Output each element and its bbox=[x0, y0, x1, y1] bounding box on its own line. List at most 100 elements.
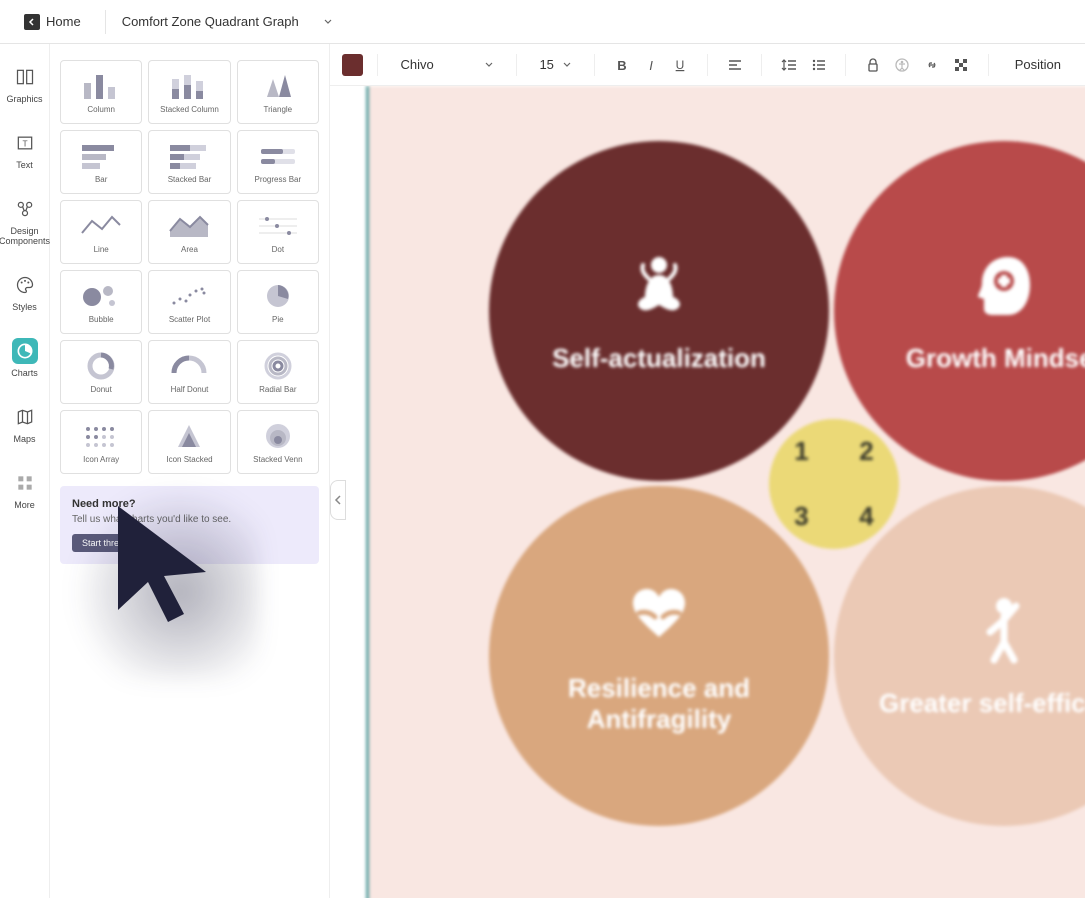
bullet-list-button[interactable] bbox=[806, 52, 831, 78]
separator bbox=[761, 54, 762, 76]
feedback-button[interactable]: Start thread bbox=[72, 534, 139, 552]
chart-tile-dot[interactable]: Dot bbox=[237, 200, 319, 264]
components-icon bbox=[12, 196, 38, 222]
chart-tile-pie[interactable]: Pie bbox=[237, 270, 319, 334]
icon-array-icon bbox=[78, 421, 124, 451]
rail-item-maps[interactable]: Maps bbox=[0, 402, 49, 446]
quadrant-diagram[interactable]: Self-actualization Growth Mindset Resili… bbox=[489, 141, 1085, 841]
quadrant-3[interactable]: Resilience and Antifragility bbox=[489, 486, 829, 826]
rail-item-text[interactable]: T Text bbox=[0, 128, 49, 172]
tile-label: Area bbox=[181, 245, 198, 254]
chart-tile-half-donut[interactable]: Half Donut bbox=[148, 340, 230, 404]
chart-tile-bubble[interactable]: Bubble bbox=[60, 270, 142, 334]
charts-icon bbox=[12, 338, 38, 364]
chart-tile-stacked-column[interactable]: Stacked Column bbox=[148, 60, 230, 124]
rail-label: More bbox=[14, 500, 35, 510]
panel-collapse-handle[interactable] bbox=[330, 480, 346, 520]
chart-tile-line[interactable]: Line bbox=[60, 200, 142, 264]
tile-label: Line bbox=[94, 245, 109, 254]
chart-tile-icon-array[interactable]: Icon Array bbox=[60, 410, 142, 474]
chart-gallery-panel: Column Stacked Column Triangle Bar Stack… bbox=[50, 44, 330, 898]
position-button[interactable]: Position bbox=[1003, 57, 1073, 72]
color-swatch[interactable] bbox=[342, 54, 363, 76]
stacked-venn-icon bbox=[255, 421, 301, 451]
chart-tile-stacked-bar[interactable]: Stacked Bar bbox=[148, 130, 230, 194]
divider bbox=[105, 10, 106, 34]
home-button[interactable]: Home bbox=[16, 10, 89, 34]
feedback-box: Need more? Tell us what charts you'd lik… bbox=[60, 486, 319, 564]
chart-tile-progress-bar[interactable]: Progress Bar bbox=[237, 130, 319, 194]
styles-icon bbox=[12, 272, 38, 298]
meditation-icon bbox=[619, 247, 699, 327]
separator bbox=[516, 54, 517, 76]
chart-tile-icon-stacked[interactable]: Icon Stacked bbox=[148, 410, 230, 474]
canvas-area: Chivo 15 B I U Position bbox=[330, 44, 1085, 898]
svg-text:I: I bbox=[649, 58, 653, 73]
transparency-button[interactable] bbox=[948, 52, 973, 78]
chart-tile-stacked-venn[interactable]: Stacked Venn bbox=[237, 410, 319, 474]
quadrant-title: Self-actualization bbox=[522, 343, 796, 374]
separator bbox=[594, 54, 595, 76]
design-canvas[interactable]: Self-actualization Growth Mindset Resili… bbox=[330, 86, 1085, 898]
tile-label: Column bbox=[87, 105, 115, 114]
accessibility-button[interactable] bbox=[890, 52, 915, 78]
svg-text:B: B bbox=[617, 58, 626, 73]
center-num-2: 2 bbox=[859, 436, 873, 467]
rail-item-more[interactable]: More bbox=[0, 468, 49, 512]
italic-button[interactable]: I bbox=[638, 52, 663, 78]
rail-label: Maps bbox=[13, 434, 35, 444]
tile-label: Stacked Bar bbox=[168, 175, 212, 184]
chart-tile-bar[interactable]: Bar bbox=[60, 130, 142, 194]
home-label: Home bbox=[46, 14, 81, 29]
maps-icon bbox=[12, 404, 38, 430]
line-spacing-button[interactable] bbox=[776, 52, 801, 78]
tile-label: Donut bbox=[90, 385, 111, 394]
lock-button[interactable] bbox=[860, 52, 885, 78]
rail-item-charts[interactable]: Charts bbox=[0, 336, 49, 380]
quadrant-4[interactable]: Greater self-efficacy bbox=[834, 486, 1085, 826]
pie-chart-icon bbox=[255, 281, 301, 311]
font-size-select[interactable]: 15 bbox=[531, 57, 579, 72]
rail-item-graphics[interactable]: Graphics bbox=[0, 62, 49, 106]
scatter-plot-icon bbox=[166, 281, 212, 311]
tile-label: Bar bbox=[95, 175, 107, 184]
chart-tile-donut[interactable]: Donut bbox=[60, 340, 142, 404]
more-icon bbox=[12, 470, 38, 496]
svg-text:U: U bbox=[676, 58, 685, 72]
align-button[interactable] bbox=[722, 52, 747, 78]
page[interactable]: Self-actualization Growth Mindset Resili… bbox=[366, 86, 1085, 898]
graphics-icon bbox=[12, 64, 38, 90]
rail-label: Text bbox=[16, 160, 33, 170]
quadrant-2[interactable]: Growth Mindset bbox=[834, 141, 1085, 481]
chart-tile-column[interactable]: Column bbox=[60, 60, 142, 124]
link-button[interactable] bbox=[919, 52, 944, 78]
quadrant-title: Resilience and Antifragility bbox=[489, 673, 829, 735]
back-icon bbox=[24, 14, 40, 30]
font-family-select[interactable]: Chivo bbox=[392, 53, 502, 76]
tile-label: Stacked Column bbox=[160, 105, 219, 114]
area-chart-icon bbox=[166, 211, 212, 241]
bold-button[interactable]: B bbox=[609, 52, 634, 78]
chart-grid: Column Stacked Column Triangle Bar Stack… bbox=[60, 60, 319, 474]
bar-chart-icon bbox=[78, 141, 124, 171]
heart-hands-icon bbox=[619, 577, 699, 657]
quadrant-1[interactable]: Self-actualization bbox=[489, 141, 829, 481]
tile-label: Scatter Plot bbox=[169, 315, 210, 324]
feedback-text: Tell us what charts you'd like to see. bbox=[72, 514, 307, 525]
tile-label: Dot bbox=[272, 245, 284, 254]
document-title-dropdown[interactable]: Comfort Zone Quadrant Graph bbox=[122, 14, 333, 29]
chart-tile-scatter-plot[interactable]: Scatter Plot bbox=[148, 270, 230, 334]
document-title: Comfort Zone Quadrant Graph bbox=[122, 14, 299, 29]
left-rail: Graphics T Text Design Components Styles… bbox=[0, 44, 50, 898]
rail-item-design-components[interactable]: Design Components bbox=[0, 194, 49, 248]
rail-label: Styles bbox=[12, 302, 37, 312]
underline-button[interactable]: U bbox=[668, 52, 693, 78]
tile-label: Bubble bbox=[89, 315, 114, 324]
center-num-3: 3 bbox=[794, 501, 808, 532]
tile-label: Radial Bar bbox=[259, 385, 296, 394]
rail-item-styles[interactable]: Styles bbox=[0, 270, 49, 314]
separator bbox=[377, 54, 378, 76]
chart-tile-radial-bar[interactable]: Radial Bar bbox=[237, 340, 319, 404]
chart-tile-area[interactable]: Area bbox=[148, 200, 230, 264]
chart-tile-triangle[interactable]: Triangle bbox=[237, 60, 319, 124]
